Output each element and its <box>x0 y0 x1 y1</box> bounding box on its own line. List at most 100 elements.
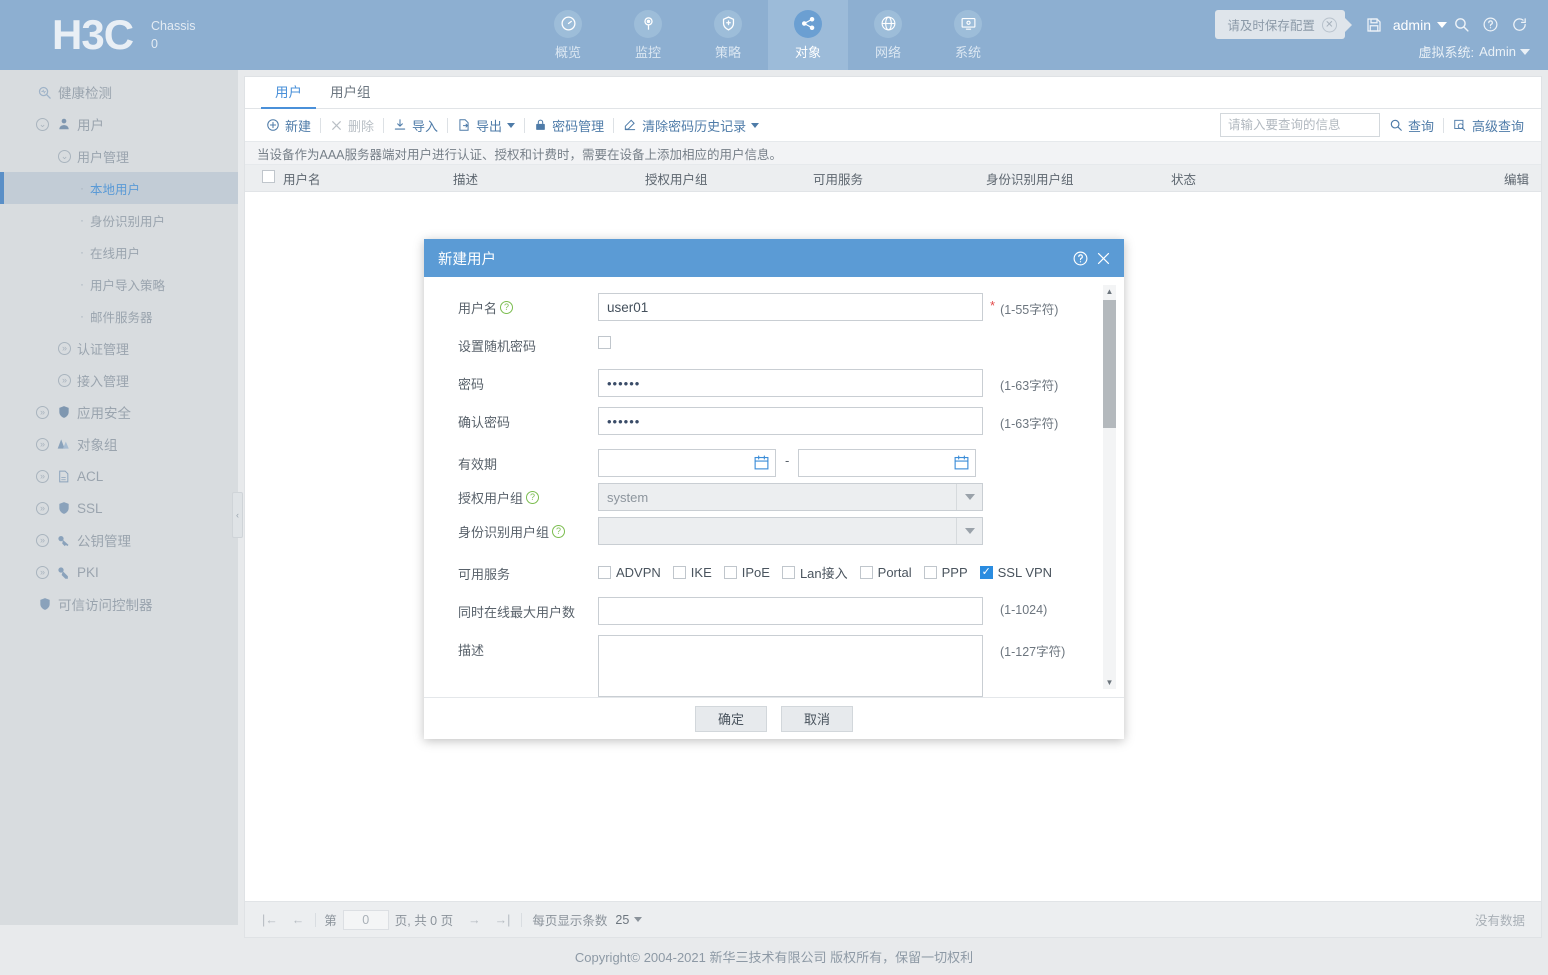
save-icon[interactable] <box>1365 16 1383 34</box>
password-input[interactable] <box>598 369 983 397</box>
chevron-right-icon[interactable]: » <box>58 373 71 387</box>
sidebar-item-mail-server[interactable]: · 邮件服务器 <box>0 300 238 332</box>
chevron-right-icon[interactable]: » <box>36 565 49 579</box>
nav-item-policy[interactable]: 策略 <box>688 0 768 70</box>
validity-end-input[interactable] <box>798 449 977 477</box>
scroll-up-icon[interactable]: ▲ <box>1103 285 1116 298</box>
app-header: H3C Chassis 0 概览 监控 策略 对象 网络 系统 请及时保存配置 … <box>0 0 1548 70</box>
help-icon[interactable]: ? <box>526 491 540 504</box>
sidebar-collapse-handle[interactable]: ‹ <box>232 492 243 538</box>
sidebar-item-object-group[interactable]: » 对象组 <box>0 428 238 460</box>
service-lan-access[interactable]: Lan接入 <box>781 563 848 582</box>
nav-item-network[interactable]: 网络 <box>848 0 928 70</box>
calendar-icon[interactable] <box>753 454 770 474</box>
sidebar-item-user-management[interactable]: ⌄ 用户管理 <box>0 140 238 172</box>
checkbox-icon <box>262 170 275 183</box>
logout-icon[interactable] <box>1511 16 1528 33</box>
services-label: 可用服务 <box>458 567 511 582</box>
service-label: Portal <box>877 565 912 580</box>
service-label: ADVPN <box>616 565 661 580</box>
delete-button[interactable]: 删除 <box>321 114 383 136</box>
sidebar-item-app-security[interactable]: » 应用安全 <box>0 396 238 428</box>
nav-item-system[interactable]: 系统 <box>928 0 1008 70</box>
password-label: 密码 <box>458 377 485 392</box>
chevron-down-icon[interactable]: ⌄ <box>58 149 71 163</box>
clear-password-history-button[interactable]: 清除密码历史记录 <box>614 114 768 136</box>
sidebar-item-identity-user[interactable]: · 身份识别用户 <box>0 204 238 236</box>
random-password-checkbox[interactable] <box>598 336 611 349</box>
close-icon[interactable] <box>1093 250 1114 267</box>
sidebar-item-public-key-management[interactable]: » 公钥管理 <box>0 524 238 556</box>
password-management-button[interactable]: 密码管理 <box>525 114 613 136</box>
nav-item-object[interactable]: 对象 <box>768 0 848 70</box>
service-ipoe[interactable]: IPoE <box>723 565 770 580</box>
help-icon[interactable]: ? <box>500 301 514 314</box>
prev-page-icon[interactable]: ← <box>285 913 312 927</box>
ok-button[interactable]: 确定 <box>695 705 767 732</box>
nav-item-monitor[interactable]: 监控 <box>608 0 688 70</box>
next-page-icon[interactable]: → <box>461 913 488 927</box>
import-button[interactable]: 导入 <box>384 114 447 136</box>
query-button[interactable]: 查询 <box>1380 114 1443 136</box>
search-icon[interactable] <box>1453 16 1470 33</box>
select-all-checkbox[interactable] <box>245 170 279 186</box>
service-label: SSL VPN <box>997 565 1053 580</box>
chevron-right-icon[interactable]: » <box>36 405 49 419</box>
confirm-password-input[interactable] <box>598 407 983 435</box>
advanced-query-button[interactable]: 高级查询 <box>1444 114 1533 136</box>
scrollbar-thumb[interactable] <box>1103 300 1116 428</box>
identity-group-select[interactable] <box>598 517 983 545</box>
services-checkbox-group: ADVPN IKE IPoE Lan接入 Portal PPP ✓ SSL VP… <box>598 559 1064 582</box>
sidebar-item-user-import-policy[interactable]: · 用户导入策略 <box>0 268 238 300</box>
per-page-value: 25 <box>615 912 630 927</box>
close-icon[interactable]: ✕ <box>1321 17 1337 32</box>
service-advpn[interactable]: ADVPN <box>598 565 661 580</box>
sidebar-item-acl[interactable]: » ACL <box>0 460 238 492</box>
export-button[interactable]: 导出 <box>448 114 524 136</box>
sidebar-item-pki[interactable]: » PKI <box>0 556 238 588</box>
service-ike[interactable]: IKE <box>672 565 712 580</box>
tab-user-group[interactable]: 用户组 <box>316 77 385 109</box>
service-portal[interactable]: Portal <box>859 565 912 580</box>
help-icon[interactable] <box>1482 16 1499 33</box>
service-ssl-vpn[interactable]: SSL VPN <box>979 565 1053 580</box>
dialog-scrollbar[interactable]: ▲ ▼ <box>1103 285 1116 689</box>
chevron-right-icon[interactable]: » <box>58 341 71 355</box>
sidebar-item-user[interactable]: ⌄ 用户 <box>0 108 238 140</box>
max-online-input[interactable] <box>598 597 983 625</box>
help-icon[interactable] <box>1070 250 1091 267</box>
tab-user[interactable]: 用户 <box>261 77 316 109</box>
per-page-select[interactable]: 25 <box>615 912 643 927</box>
sidebar-item-auth-management[interactable]: » 认证管理 <box>0 332 238 364</box>
sidebar-item-ssl[interactable]: » SSL <box>0 492 238 524</box>
description-textarea[interactable] <box>598 635 983 697</box>
new-button[interactable]: 新建 <box>257 114 320 136</box>
calendar-icon[interactable] <box>953 454 970 474</box>
sidebar-item-local-user[interactable]: · 本地用户 <box>0 172 238 204</box>
chevron-down-icon[interactable] <box>1437 21 1447 28</box>
admin-menu-label[interactable]: admin <box>1393 17 1431 33</box>
search-input[interactable] <box>1219 113 1380 137</box>
username-input[interactable] <box>598 293 983 321</box>
auth-group-select[interactable]: system <box>598 483 983 511</box>
service-ppp[interactable]: PPP <box>923 565 968 580</box>
sidebar-item-health-check[interactable]: 健康检测 <box>0 76 238 108</box>
field-available-services: 可用服务 ADVPN IKE IPoE Lan接入 Portal PPP ✓ S… <box>424 559 1124 583</box>
sidebar-item-online-user[interactable]: · 在线用户 <box>0 236 238 268</box>
help-icon[interactable]: ? <box>552 525 566 538</box>
chevron-down-icon[interactable]: ⌄ <box>36 117 49 131</box>
last-page-icon[interactable]: →| <box>488 913 518 927</box>
page-number-input[interactable] <box>342 909 389 930</box>
scroll-down-icon[interactable]: ▼ <box>1103 676 1116 689</box>
chevron-right-icon[interactable]: » <box>36 469 49 483</box>
sidebar-item-access-management[interactable]: » 接入管理 <box>0 364 238 396</box>
vsys-selector[interactable]: 虚拟系统: Admin <box>1419 42 1530 61</box>
first-page-icon[interactable]: |← <box>255 913 285 927</box>
sidebar-item-trusted-access-controller[interactable]: 可信访问控制器 <box>0 588 238 620</box>
nav-item-overview[interactable]: 概览 <box>528 0 608 70</box>
chevron-right-icon[interactable]: » <box>36 533 49 547</box>
chevron-right-icon[interactable]: » <box>36 437 49 451</box>
chevron-right-icon[interactable]: » <box>36 501 49 515</box>
cancel-button[interactable]: 取消 <box>781 705 853 732</box>
validity-start-input[interactable] <box>598 449 776 477</box>
